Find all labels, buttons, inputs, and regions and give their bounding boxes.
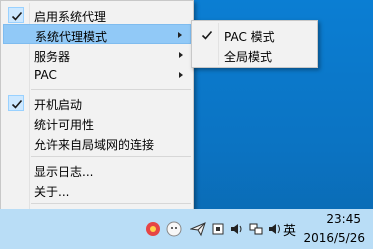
- tray-app-icon[interactable]: [145, 221, 161, 237]
- menu-item-label: 开机启动: [34, 98, 83, 112]
- chevron-right-icon: [179, 52, 183, 58]
- check-icon: [8, 95, 24, 111]
- menu-item-label: 启用系统代理: [34, 10, 107, 24]
- menu-item-label: 系统代理模式: [35, 30, 108, 44]
- menu-separator: [31, 89, 191, 90]
- menu-item-system-proxy-mode[interactable]: 系统代理模式: [3, 24, 191, 44]
- menu-item-label: 允许来自局域网的连接: [34, 138, 155, 152]
- volume-icon[interactable]: [267, 221, 283, 237]
- clock-time[interactable]: 23:45: [326, 212, 361, 226]
- clock-date[interactable]: 2016/5/26: [303, 231, 365, 245]
- tray-app-icon[interactable]: [166, 221, 182, 237]
- chevron-right-icon: [179, 72, 183, 78]
- menu-item-about[interactable]: 关于...: [3, 180, 191, 200]
- submenu-item-label: PAC 模式: [224, 30, 275, 44]
- menu-item-label: 统计可用性: [34, 118, 95, 132]
- ime-indicator[interactable]: 英: [283, 220, 296, 239]
- submenu-item-label: 全局模式: [224, 50, 273, 64]
- check-icon: [8, 7, 24, 23]
- tray-app-icon[interactable]: [210, 221, 226, 237]
- menu-item-availability-stats[interactable]: 统计可用性: [3, 113, 191, 133]
- menu-separator: [31, 156, 191, 157]
- menu-item-label: PAC: [34, 68, 57, 82]
- menu-item-label: 显示日志...: [34, 165, 94, 179]
- menu-item-label: 服务器: [34, 50, 71, 64]
- taskbar: 英 23:45 2016/5/26: [0, 209, 373, 249]
- paper-plane-icon[interactable]: [189, 221, 206, 237]
- menu-item-label: 关于...: [34, 185, 70, 199]
- system-tray: 英 23:45 2016/5/26: [0, 209, 373, 249]
- menu-separator: [31, 203, 191, 204]
- context-menu: 启用系统代理 系统代理模式 服务器 PAC 开机启动 统计可用性 允许来自局域网…: [0, 0, 194, 229]
- speaker-icon[interactable]: [229, 221, 245, 237]
- menu-item-allow-lan[interactable]: 允许来自局域网的连接: [3, 133, 191, 153]
- menu-item-pac[interactable]: PAC: [3, 65, 191, 85]
- proxy-mode-submenu: PAC 模式 全局模式: [191, 20, 318, 68]
- menu-item-servers[interactable]: 服务器: [3, 45, 191, 65]
- menu-item-start-on-boot[interactable]: 开机启动: [3, 93, 191, 113]
- menu-item-enable-system-proxy[interactable]: 启用系统代理: [3, 5, 191, 25]
- submenu-item-pac-mode[interactable]: PAC 模式: [194, 25, 315, 45]
- check-icon: [199, 27, 215, 43]
- submenu-item-global-mode[interactable]: 全局模式: [194, 45, 315, 65]
- menu-item-show-logs[interactable]: 显示日志...: [3, 160, 191, 180]
- network-icon[interactable]: [248, 221, 264, 237]
- chevron-right-icon: [178, 32, 182, 38]
